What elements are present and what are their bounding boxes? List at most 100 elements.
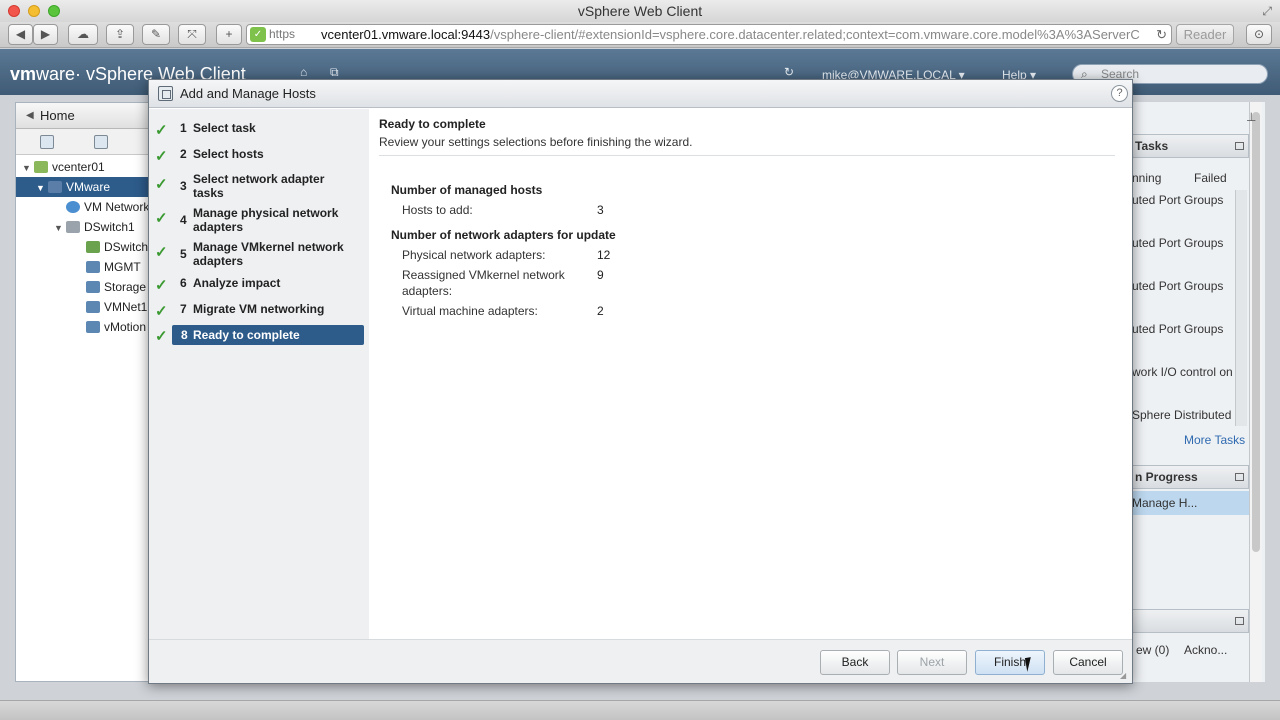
address-bar[interactable]: ✓ https vcenter01.vmware.local:9443/vsph… [246, 24, 1172, 45]
step-manage-vmkernel-adapters[interactable]: ✓ 5 Manage VMkernel network adapters [149, 240, 369, 270]
switch-icon [66, 221, 80, 233]
task-item[interactable]: uted Port Groups [1132, 193, 1223, 207]
section-network-adapters: Number of network adapters for update [391, 228, 616, 242]
expand-icon[interactable]: ⤧ [178, 24, 206, 45]
expand-arrow-icon[interactable]: ▼ [36, 178, 48, 198]
task-item[interactable]: work I/O control on [1132, 365, 1233, 379]
resize-grip-icon[interactable]: ◢ [1120, 671, 1130, 681]
step-number: 3 [180, 179, 187, 193]
browser-toolbar: ◀ ▶ ☁ ⇪ ✎ ⤧ + ✓ https vcenter01.vmware.l… [0, 22, 1280, 48]
check-icon: ✓ [155, 303, 168, 320]
vcenter-icon [34, 161, 48, 173]
alarms-ack-tab[interactable]: Ackno... [1184, 643, 1227, 657]
check-icon: ✓ [155, 244, 168, 261]
more-tasks-link[interactable]: More Tasks [1184, 433, 1245, 447]
home-icon[interactable]: ⌂ [300, 65, 307, 79]
refresh-icon[interactable]: ↻ [784, 65, 794, 79]
portgroup-icon [86, 321, 100, 333]
page-scrollbar[interactable] [1249, 102, 1262, 682]
downloads-icon[interactable]: ⊙ [1246, 24, 1272, 45]
wrench-icon[interactable]: ✎ [142, 24, 170, 45]
divider [379, 155, 1115, 156]
tree-item-vmnet1[interactable]: VMNet1 [16, 297, 154, 317]
url-path: /vsphere-client/#extensionId=vsphere.cor… [490, 27, 1140, 42]
step-analyze-impact[interactable]: ✓ 6 Analyze impact [149, 276, 369, 296]
minimize-icon[interactable] [1235, 473, 1244, 481]
task-item[interactable]: uted Port Groups [1132, 322, 1223, 336]
tree-item-vmotion[interactable]: vMotion [16, 317, 154, 337]
url-host: vcenter01.vmware.local:9443 [321, 27, 491, 42]
tree-item-label: MGMT [104, 260, 141, 274]
task-item[interactable]: Sphere Distributed S [1132, 408, 1243, 422]
tree-item-mgmt[interactable]: MGMT [16, 257, 154, 277]
tree-item-vmware[interactable]: ▼ VMware [16, 177, 154, 197]
close-window-button[interactable] [8, 5, 20, 17]
tree-item-dswitch-uplinks[interactable]: DSwitch [16, 237, 154, 257]
share-icon[interactable]: ⇪ [106, 24, 134, 45]
scroll-thumb[interactable] [1252, 112, 1260, 552]
tree-item-storage[interactable]: Storage [16, 277, 154, 297]
dialog-title: Add and Manage Hosts [180, 86, 316, 101]
step-number: 8 [181, 328, 188, 342]
col-running[interactable]: nning [1132, 171, 1161, 185]
cloud-icon[interactable]: ☁ [68, 24, 98, 45]
hosts-to-add-value: 3 [597, 203, 604, 217]
cancel-button[interactable]: Cancel [1053, 650, 1123, 675]
new-tab-icon[interactable]: + [216, 24, 242, 45]
check-icon: ✓ [155, 328, 168, 345]
forward-arrow-icon[interactable]: ▶ [33, 24, 58, 45]
zoom-window-button[interactable] [48, 5, 60, 17]
vm-adapters-label: Virtual machine adapters: [402, 304, 538, 318]
progress-item[interactable]: Manage H... [1132, 491, 1249, 515]
hosts-tab-icon[interactable] [40, 135, 54, 149]
help-icon[interactable]: ? [1111, 85, 1128, 102]
add-manage-hosts-dialog: Add and Manage Hosts ? ✓ 1 Select task ✓… [148, 79, 1133, 684]
step-label: Manage VMkernel network adapters [193, 240, 344, 268]
tree-item-vm-network[interactable]: VM Network [16, 197, 154, 217]
datacenter-icon [48, 181, 62, 193]
step-number: 1 [180, 121, 187, 135]
history-icon[interactable]: ⧉ [330, 65, 339, 80]
minimize-window-button[interactable] [28, 5, 40, 17]
step-select-task[interactable]: ✓ 1 Select task [149, 121, 369, 141]
step-select-hosts[interactable]: ✓ 2 Select hosts [149, 147, 369, 167]
step-manage-physical-adapters[interactable]: ✓ 4 Manage physical network adapters [149, 206, 369, 236]
fullscreen-icon[interactable]: ⤢ [1262, 4, 1272, 19]
expand-arrow-icon[interactable]: ▼ [22, 158, 34, 178]
task-item[interactable]: uted Port Groups [1132, 279, 1223, 293]
step-number: 4 [180, 213, 187, 227]
task-item[interactable]: uted Port Groups [1132, 236, 1223, 250]
tree-item-vcenter01[interactable]: ▼ vcenter01 [16, 157, 154, 177]
tree-item-label: DSwitch1 [84, 220, 135, 234]
pin-icon[interactable]: ⊥ [1246, 110, 1256, 124]
expand-arrow-icon[interactable]: ▼ [54, 218, 66, 238]
step-number: 5 [180, 247, 187, 261]
step-label: Manage physical network adapters [193, 206, 339, 234]
reload-icon[interactable]: ↻ [1156, 25, 1167, 44]
tasks-scrollbar[interactable] [1235, 190, 1247, 426]
col-failed[interactable]: Failed [1194, 171, 1227, 185]
work-in-progress-title: n Progress [1135, 470, 1198, 484]
step-ready-to-complete[interactable]: ✓ 8 Ready to complete [149, 325, 369, 345]
step-migrate-vm-networking[interactable]: ✓ 7 Migrate VM networking [149, 302, 369, 322]
home-breadcrumb[interactable]: ◀ Home [16, 103, 154, 129]
vms-tab-icon[interactable] [94, 135, 108, 149]
reader-button[interactable]: Reader [1176, 24, 1234, 45]
alarms-new-tab[interactable]: ew (0) [1136, 643, 1169, 657]
minimize-icon[interactable] [1235, 617, 1244, 625]
portgroup-icon [86, 261, 100, 273]
tree-item-label: vcenter01 [52, 160, 105, 174]
minimize-icon[interactable] [1235, 142, 1244, 150]
browser-status-bar [0, 700, 1280, 720]
next-button[interactable]: Next [897, 650, 967, 675]
back-icon: ◀ [26, 110, 34, 121]
portgroup-icon [86, 301, 100, 313]
vm-adapters-value: 2 [597, 304, 604, 318]
back-button[interactable]: Back [820, 650, 890, 675]
browser-title-bar: vSphere Web Client ⤢ [0, 0, 1280, 22]
back-arrow-icon[interactable]: ◀ [8, 24, 33, 45]
tree-item-label: VM Network [84, 200, 150, 214]
step-select-network-adapter-tasks[interactable]: ✓ 3 Select network adapter tasks [149, 172, 369, 202]
tree-item-dswitch1[interactable]: ▼ DSwitch1 [16, 217, 154, 237]
check-icon: ✓ [155, 122, 168, 139]
